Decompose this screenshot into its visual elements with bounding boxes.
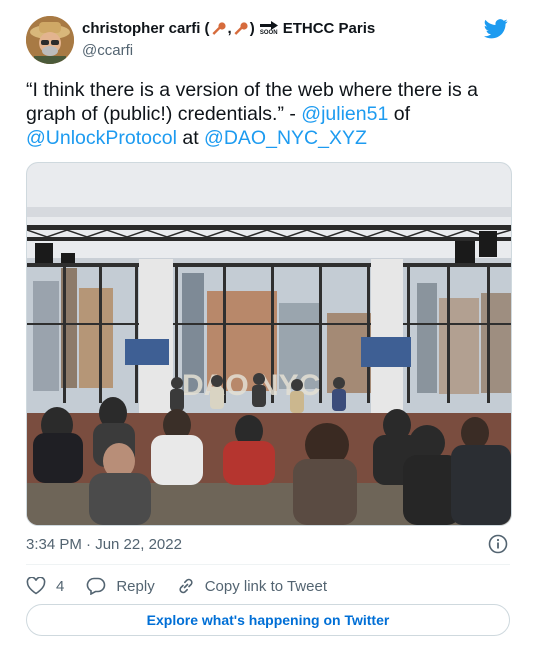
like-count: 4 [56, 577, 65, 595]
reply-label: Reply [116, 577, 155, 595]
tweet-text-part1: “I think there is a version of the web w… [26, 79, 478, 125]
like-button[interactable]: 4 [26, 577, 64, 595]
link-icon [179, 578, 193, 594]
explore-twitter-button[interactable]: Explore what's happening on Twitter [26, 604, 510, 636]
copy-link-label: Copy link to Tweet [204, 577, 327, 595]
tweet-text-part2: of [388, 103, 411, 125]
key-icon [211, 21, 227, 37]
author-name-prefix: christopher carfi ( [82, 20, 210, 37]
tweet-text-part3: at [176, 127, 205, 149]
avatar[interactable] [26, 16, 74, 64]
divider [26, 564, 510, 565]
mention-link-dao-nyc-xyz[interactable]: @DAO_NYC_XYZ [204, 127, 367, 149]
soon-label: SOON [259, 29, 278, 36]
copy-link-button[interactable]: Copy link to Tweet [177, 577, 327, 595]
action-bar: 4 Reply Copy link to Tweet [26, 575, 349, 597]
key-icon [233, 21, 249, 37]
mention-link-unlockprotocol[interactable]: @UnlockProtocol [26, 127, 177, 149]
tweet-photo[interactable]: DAO NYC [26, 162, 512, 526]
tweet-timestamp[interactable]: 3:34 PM · Jun 22, 2022 [26, 536, 182, 553]
author-name[interactable]: christopher carfi ( , ) SOON ETHCC Paris [82, 20, 375, 37]
heart-icon [26, 577, 46, 595]
author-name-suffix: ) [249, 20, 255, 37]
mention-link-julien51[interactable]: @julien51 [301, 103, 388, 125]
reply-button[interactable]: Reply [86, 577, 155, 595]
info-icon[interactable] [488, 534, 508, 554]
twitter-bird-icon[interactable] [484, 19, 508, 39]
tweet-text: “I think there is a version of the web w… [26, 78, 514, 150]
author-handle[interactable]: @ccarfi [82, 42, 133, 59]
author-event: ETHCC Paris [282, 20, 376, 37]
right-arrow-soon-icon: SOON [259, 20, 278, 37]
reply-icon [87, 577, 106, 595]
author-name-comma: , [227, 20, 232, 37]
tweet-card: christopher carfi ( , ) SOON ETHCC Paris… [0, 0, 536, 657]
